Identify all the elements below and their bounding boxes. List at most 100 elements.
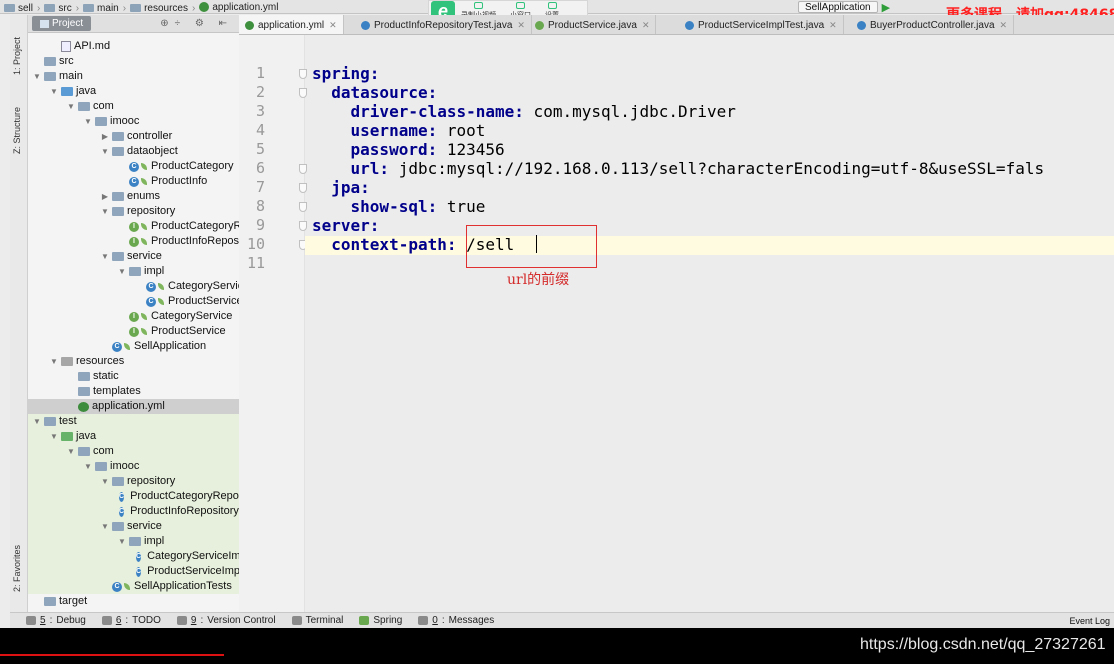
tree-item[interactable]: ▼ dataobject <box>100 144 178 159</box>
tree-item[interactable]: ▼ main <box>32 69 83 84</box>
close-tab-icon[interactable]: ✕ <box>517 20 525 31</box>
tree-item[interactable]: ▼ service <box>100 249 162 264</box>
tree-item[interactable]: C CategoryServiceImplTest <box>28 549 239 564</box>
event-log-button[interactable]: Event Log <box>1069 616 1110 626</box>
project-view-select[interactable]: Project <box>32 16 92 31</box>
panel-actions[interactable]: ⊕÷ ⚙ ⇤ <box>160 18 233 29</box>
tree-item[interactable]: ▼ com <box>28 444 239 459</box>
tree-item[interactable]: C ProductCategory <box>117 159 234 174</box>
tree-item[interactable]: C CategoryServiceImpl <box>134 279 239 294</box>
tree-item[interactable]: ▼ impl <box>117 264 164 279</box>
tool-version-control[interactable]: 9: Version Control <box>176 615 276 626</box>
close-tab-icon[interactable]: ✕ <box>642 20 650 31</box>
code-line[interactable]: url: jdbc:mysql://192.168.0.113/sell?cha… <box>312 159 1045 178</box>
tree-item[interactable]: C ProductServiceImpl <box>134 294 239 309</box>
code-line[interactable]: show-sql: true <box>312 197 486 216</box>
tree-item[interactable]: src <box>32 54 74 69</box>
chevron-down-icon[interactable]: ▼ <box>100 474 110 489</box>
chevron-down-icon[interactable]: ▼ <box>100 519 110 534</box>
tree-item[interactable]: templates <box>66 384 141 399</box>
run-icon[interactable]: ▶ <box>882 1 890 14</box>
tab-favorites[interactable]: 2: Favorites <box>12 545 22 592</box>
interface-icon: I <box>129 311 139 322</box>
chevron-down-icon[interactable]: ▼ <box>100 144 110 159</box>
editor-tab[interactable]: ProductServiceImplTest.java ✕ <box>679 15 844 34</box>
chevron-down-icon[interactable]: ▼ <box>100 249 110 264</box>
tab-project[interactable]: 1: Project <box>12 37 22 75</box>
breadcrumb-item[interactable]: src › <box>44 1 79 13</box>
code-line[interactable]: datasource: <box>312 83 437 102</box>
tree-item[interactable]: ▼ imooc <box>83 114 139 129</box>
close-tab-icon[interactable]: ✕ <box>329 20 337 31</box>
tool-debug[interactable]: 5: Debug <box>26 615 86 626</box>
editor-tab[interactable]: ProductInfoRepositoryTest.java ✕ <box>355 15 532 34</box>
tree-item[interactable]: ▼ repository <box>100 204 175 219</box>
tree-item[interactable]: I ProductCategoryRepository <box>117 219 239 234</box>
tree-item[interactable]: C SellApplication <box>100 339 206 354</box>
tree-item[interactable]: ▼ com <box>66 99 114 114</box>
run-configuration[interactable]: SellApplication ▶ <box>798 0 890 14</box>
chevron-down-icon[interactable]: ▼ <box>66 444 76 459</box>
chevron-down-icon[interactable]: ▼ <box>49 429 59 444</box>
code-line[interactable]: server: <box>312 216 379 235</box>
tree-item[interactable]: ▼ resources <box>49 354 124 369</box>
tree-item[interactable]: API.md <box>49 39 110 54</box>
chevron-down-icon[interactable]: ▼ <box>32 414 42 429</box>
chevron-down-icon[interactable]: ▼ <box>83 459 93 474</box>
tree-item[interactable]: application.yml <box>28 399 239 414</box>
tree-item[interactable]: ▼ service <box>28 519 239 534</box>
chevron-down-icon[interactable]: ▼ <box>49 354 59 369</box>
breadcrumb-item[interactable]: application.yml <box>199 0 278 13</box>
tree-item[interactable]: ▶ controller <box>100 129 172 144</box>
editor-tab[interactable]: ProductService.java ✕ <box>529 15 657 34</box>
tree-item[interactable]: C ProductCategoryRepositoryTest <box>28 489 239 504</box>
breadcrumb-item[interactable]: sell › <box>4 1 40 13</box>
tab-structure[interactable]: Z: Structure <box>12 107 22 154</box>
chevron-right-icon[interactable]: ▶ <box>100 129 110 144</box>
tool-terminal[interactable]: Terminal <box>291 615 343 626</box>
code-line[interactable]: password: 123456 <box>312 140 505 159</box>
chevron-down-icon[interactable]: ▼ <box>49 84 59 99</box>
run-config-select[interactable]: SellApplication <box>798 1 878 13</box>
code-line[interactable]: username: root <box>312 121 486 140</box>
tree-item[interactable]: I ProductInfoRepository <box>117 234 239 249</box>
tree-item[interactable]: C ProductServiceImplTest <box>28 564 239 579</box>
tree-item[interactable]: ▼ java <box>49 84 96 99</box>
editor-tab[interactable]: BuyerProductController.java ✕ <box>851 15 1015 34</box>
code-line[interactable]: jpa: <box>312 178 370 197</box>
close-tab-icon[interactable]: ✕ <box>1000 20 1008 31</box>
breadcrumb-item[interactable]: resources › <box>130 1 195 13</box>
folder-icon <box>129 537 141 546</box>
chevron-down-icon[interactable]: ▼ <box>83 114 93 129</box>
tree-item[interactable]: ▶ enums <box>100 189 160 204</box>
tool-messages[interactable]: 0: Messages <box>418 615 494 626</box>
tree-item[interactable]: C ProductInfo <box>117 174 207 189</box>
close-tab-icon[interactable]: ✕ <box>829 20 837 31</box>
tree-item[interactable]: C SellApplicationTests <box>28 579 239 594</box>
tree-item[interactable]: target <box>32 594 87 609</box>
tree-item[interactable]: I ProductService <box>117 324 226 339</box>
chevron-right-icon[interactable]: ▶ <box>100 189 110 204</box>
breadcrumb-item[interactable]: main › <box>83 1 126 13</box>
chevron-down-icon[interactable]: ▼ <box>100 204 110 219</box>
tree-item[interactable]: ▼ imooc <box>28 459 239 474</box>
chevron-down-icon[interactable]: ▼ <box>117 264 127 279</box>
tree-item[interactable]: ▼ java <box>28 429 239 444</box>
chevron-down-icon[interactable]: ▼ <box>66 99 76 114</box>
code-line[interactable]: driver-class-name: com.mysql.jdbc.Driver <box>312 102 736 121</box>
tree-item[interactable]: C ProductInfoRepositoryTest <box>28 504 239 519</box>
video-progress-bar[interactable] <box>0 654 224 656</box>
class-icon: C <box>146 296 156 307</box>
tree-item[interactable]: I CategoryService <box>117 309 232 324</box>
chevron-down-icon[interactable]: ▼ <box>32 69 42 84</box>
tree-item[interactable]: ▼ test <box>28 414 239 429</box>
tool-spring[interactable]: Spring <box>359 615 402 626</box>
tree-item[interactable]: static <box>66 369 119 384</box>
tool-todo[interactable]: 6: TODO <box>101 615 161 626</box>
editor-tab[interactable]: application.yml ✕ <box>239 15 344 34</box>
chevron-down-icon[interactable]: ▼ <box>117 534 127 549</box>
tree-item[interactable]: ▼ impl <box>28 534 239 549</box>
code-line[interactable]: spring: <box>312 64 379 83</box>
tree-item[interactable]: ▼ repository <box>28 474 239 489</box>
code-editor[interactable]: spring: datasource: driver-class-name: c… <box>305 35 1114 612</box>
